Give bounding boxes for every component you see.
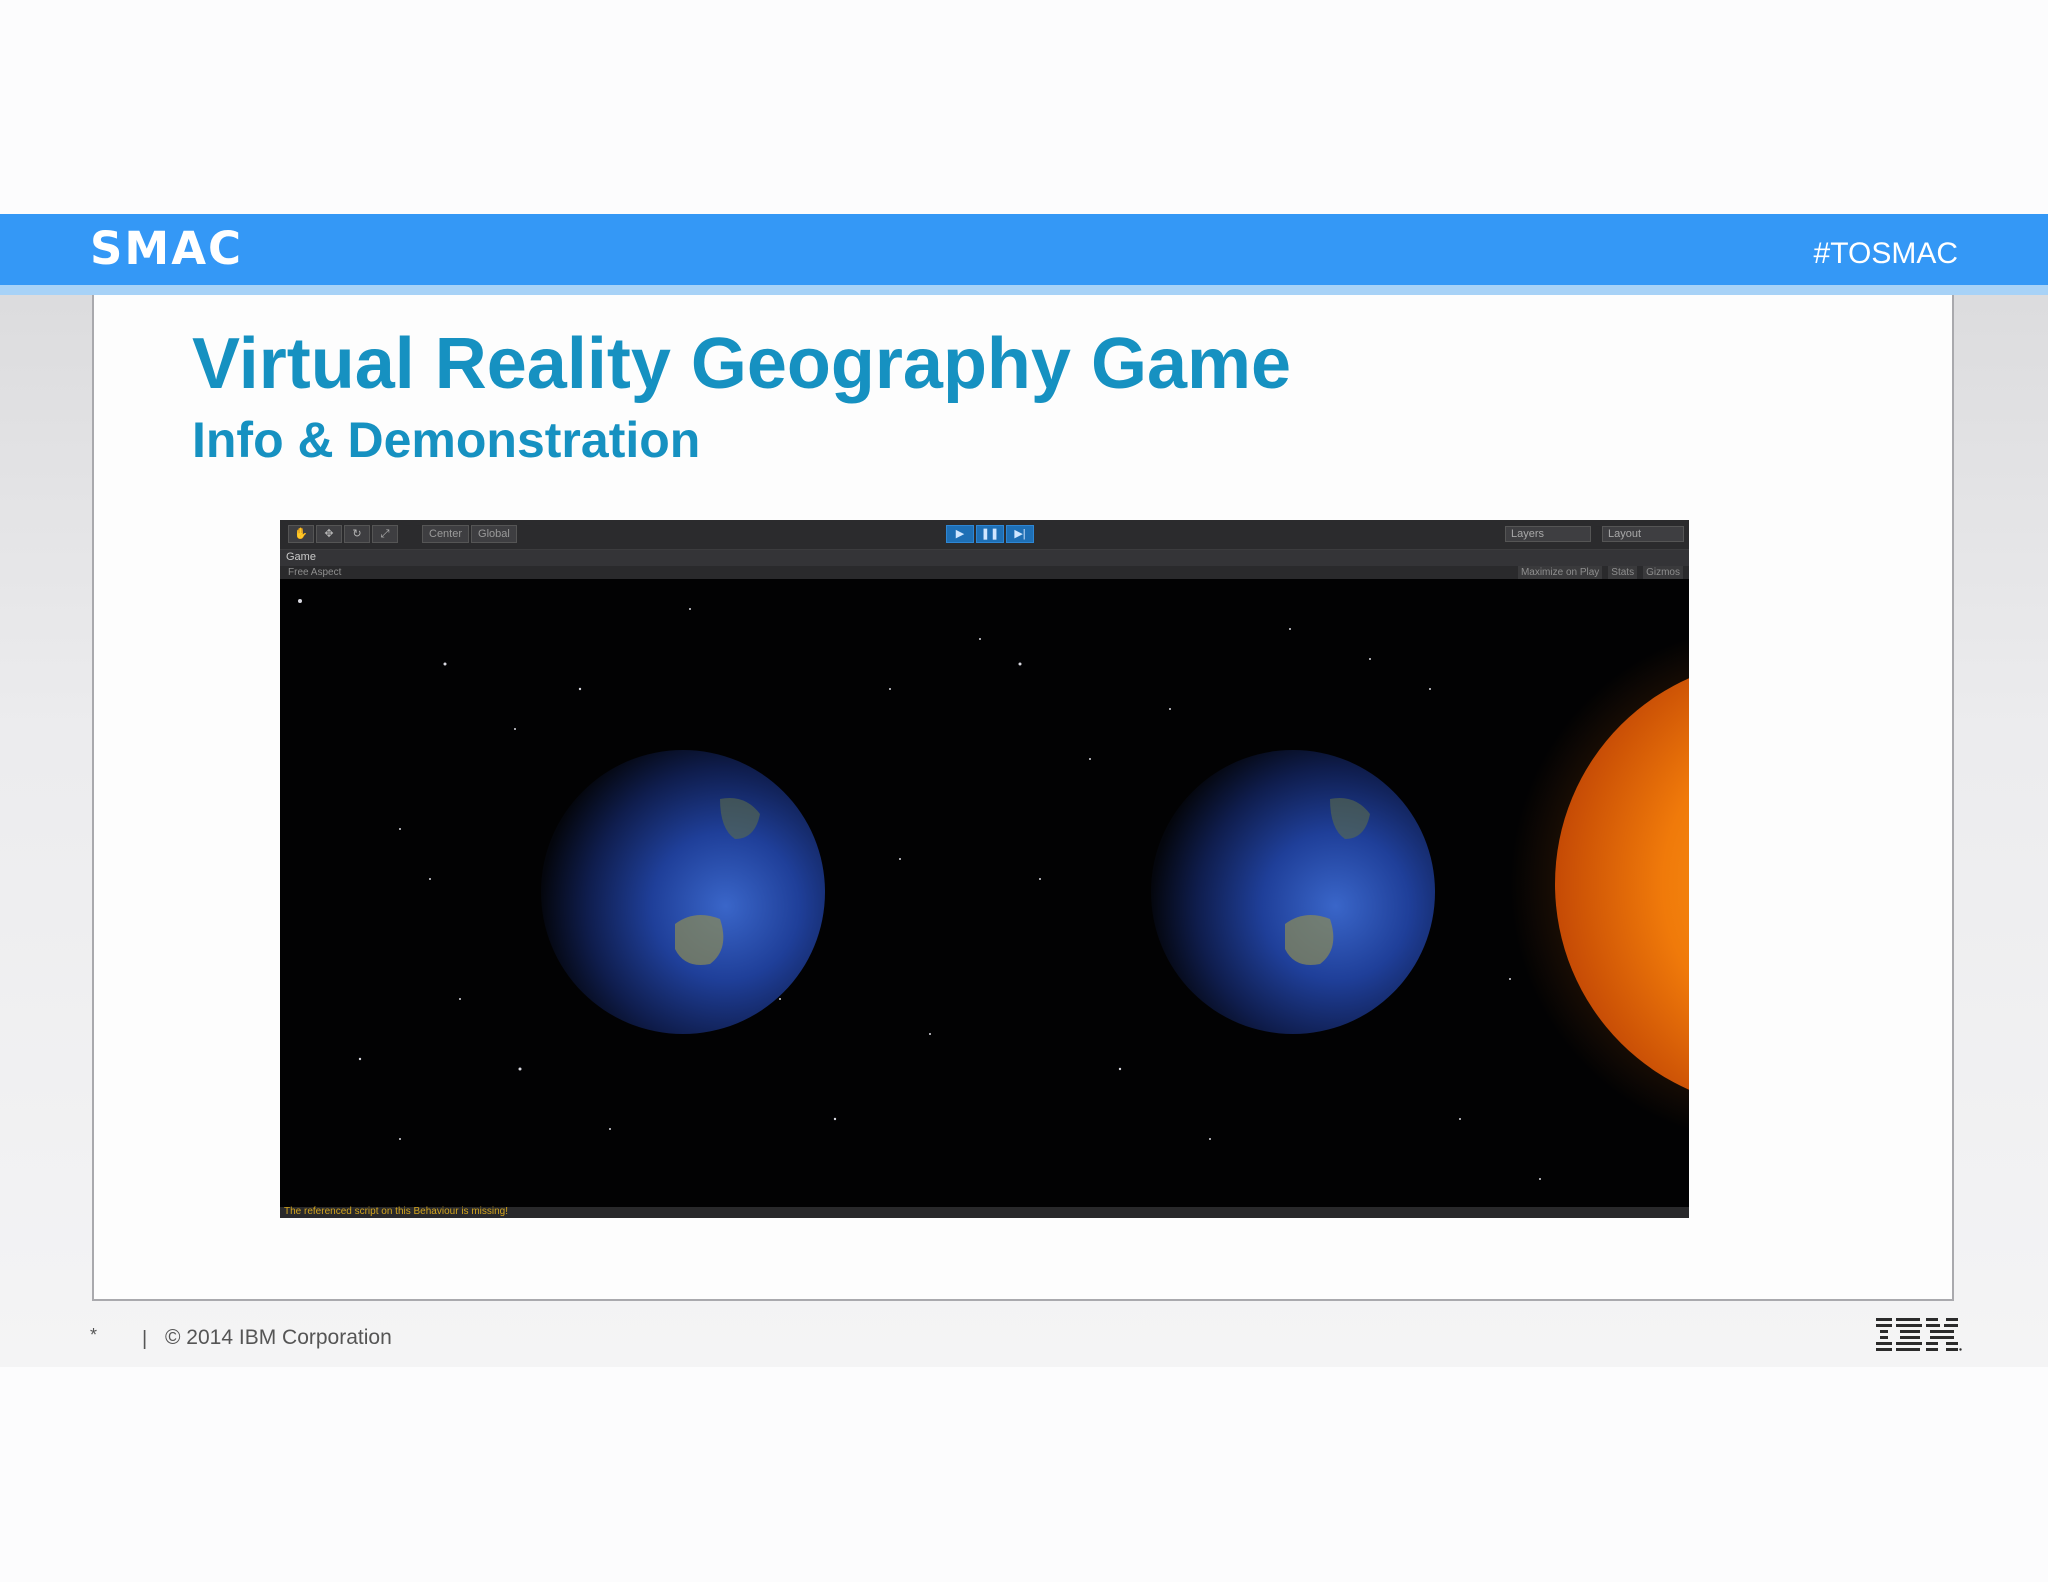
continent-right	[1285, 915, 1334, 965]
pivot-global-button[interactable]: Global	[471, 525, 517, 543]
game-view	[280, 579, 1689, 1207]
hashtag-label: #TOSMAC	[1813, 237, 1958, 270]
rotate-icon[interactable]: ↻	[344, 525, 370, 543]
play-icon[interactable]: ▶	[946, 525, 974, 543]
unity-editor-screenshot: ✋ ✥ ↻ ⤢ Center Global ▶ ❚❚ ▶| Layers Lay…	[280, 520, 1689, 1218]
maximize-on-play-toggle[interactable]: Maximize on Play	[1517, 566, 1603, 579]
pivot-center-button[interactable]: Center	[422, 525, 470, 543]
pause-icon[interactable]: ❚❚	[976, 525, 1004, 543]
unity-toolbar: ✋ ✥ ↻ ⤢ Center Global ▶ ❚❚ ▶| Layers Lay…	[280, 520, 1689, 550]
playback-controls: ▶ ❚❚ ▶|	[946, 525, 1034, 543]
step-icon[interactable]: ▶|	[1006, 525, 1034, 543]
stereo-space-scene	[298, 599, 1689, 1180]
scale-icon[interactable]: ⤢	[372, 525, 398, 543]
game-tab-bar: Game	[280, 550, 1689, 566]
continent-left	[675, 915, 724, 965]
status-warning-message: The referenced script on this Behaviour …	[284, 1206, 508, 1217]
right-eye-view	[1151, 636, 1689, 1132]
move-icon[interactable]: ✥	[316, 525, 342, 543]
hand-icon[interactable]: ✋	[288, 525, 314, 543]
game-tab[interactable]: Game	[286, 551, 316, 563]
transform-tools: ✋ ✥ ↻ ⤢	[288, 525, 398, 543]
slide-title: Virtual Reality Geography Game	[192, 324, 1292, 404]
aspect-dropdown[interactable]: Free Aspect	[288, 566, 341, 579]
game-view-options-bar: Free Aspect Maximize on Play Stats Gizmo…	[280, 566, 1689, 579]
earth-right	[1151, 750, 1435, 1034]
footer-separator: |	[142, 1328, 148, 1350]
layers-dropdown[interactable]: Layers	[1505, 526, 1591, 542]
header-accent-strip	[0, 285, 2048, 295]
ibm-logo	[1876, 1318, 1962, 1351]
smac-logo: SMAC	[90, 222, 244, 275]
footer-copyright: © 2014 IBM Corporation	[165, 1326, 392, 1349]
earth-left	[541, 750, 825, 1034]
pivot-controls: Center Global	[422, 525, 517, 543]
view-option-toggles: Maximize on Play Stats Gizmos	[1517, 566, 1683, 579]
header-bar	[0, 214, 2048, 285]
stats-toggle[interactable]: Stats	[1608, 566, 1638, 579]
slide-subtitle: Info & Demonstration	[192, 412, 701, 468]
unity-status-bar: The referenced script on this Behaviour …	[280, 1206, 1689, 1218]
layout-dropdown[interactable]: Layout	[1602, 526, 1684, 542]
footer-slide-number: *	[90, 1325, 98, 1345]
gizmos-toggle[interactable]: Gizmos	[1643, 566, 1683, 579]
